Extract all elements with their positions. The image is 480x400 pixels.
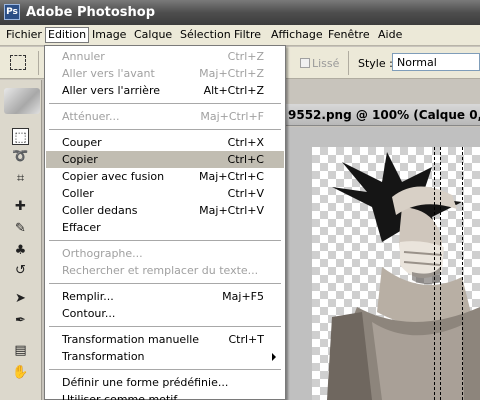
menu-item-definir-forme[interactable]: Définir une forme prédéfinie... — [46, 374, 284, 391]
menu-item-rechercher[interactable]: Rechercher et remplacer du texte... — [46, 262, 284, 279]
menu-fenetre[interactable]: Fenêtre — [326, 28, 372, 44]
lasso-icon[interactable]: ➰ — [12, 148, 29, 165]
guide-line[interactable] — [434, 147, 435, 400]
menu-item-annuler[interactable]: Annuler Ctrl+Z — [46, 48, 284, 65]
menu-item-label: Contour... — [62, 307, 116, 320]
menu-item-orthographe[interactable]: Orthographe... — [46, 245, 284, 262]
app-title: Adobe Photoshop — [26, 5, 156, 20]
menu-item-label: Annuler — [62, 50, 105, 63]
menu-item-label: Copier — [62, 153, 98, 166]
submenu-arrow-icon — [272, 353, 276, 361]
antialias-checkbox[interactable]: Lissé — [300, 57, 339, 70]
brush-icon[interactable]: ✎ — [12, 220, 29, 237]
menu-item-shortcut: Ctrl+V — [227, 187, 264, 200]
menu-item-label: Couper — [62, 136, 102, 149]
character-artwork — [327, 152, 480, 400]
style-select[interactable]: Normal — [392, 53, 480, 71]
menu-item-aller-avant[interactable]: Aller vers l'avant Maj+Ctrl+Z — [46, 65, 284, 82]
toolbox: ⬚ ➰ ⌗ ✚ ✎ ♣ ↺ ➤ ✒ ▤ ✋ — [0, 80, 42, 400]
menu-item-label: Rechercher et remplacer du texte... — [62, 264, 259, 277]
image-canvas[interactable] — [312, 147, 480, 400]
menu-item-label: Transformation manuelle — [62, 333, 200, 346]
menu-item-label: Orthographe... — [62, 247, 143, 260]
menu-calque[interactable]: Calque — [132, 28, 174, 44]
menu-item-shortcut: Maj+Ctrl+Z — [199, 67, 264, 80]
history-brush-icon[interactable]: ↺ — [12, 262, 29, 279]
menu-item-shortcut: Ctrl+C — [227, 153, 264, 166]
menu-item-remplir[interactable]: Remplir... Maj+F5 — [46, 288, 284, 305]
menu-separator — [49, 240, 281, 241]
style-label: Style : — [358, 57, 393, 70]
antialias-label: Lissé — [312, 57, 340, 70]
menu-item-label: Aller vers l'avant — [62, 67, 155, 80]
menu-item-coller[interactable]: Coller Ctrl+V — [46, 185, 284, 202]
menu-item-utiliser-motif[interactable]: Utiliser comme motif... — [46, 391, 284, 400]
menu-item-shortcut: Ctrl+T — [228, 333, 264, 346]
photoshop-icon: Ps — [4, 4, 20, 20]
menu-item-transformation-manuelle[interactable]: Transformation manuelle Ctrl+T — [46, 331, 284, 348]
guide-line[interactable] — [462, 147, 463, 400]
menu-item-shortcut: Ctrl+Z — [227, 50, 264, 63]
clone-stamp-icon[interactable]: ♣ — [12, 242, 29, 259]
menu-item-shortcut: Ctrl+X — [227, 136, 264, 149]
path-selection-icon[interactable]: ➤ — [12, 290, 29, 307]
feather-logo-icon — [4, 88, 40, 114]
menu-item-label: Aller vers l'arrière — [62, 84, 160, 97]
menu-separator — [49, 103, 281, 104]
menu-item-transformation[interactable]: Transformation — [46, 348, 284, 365]
checkbox-icon — [300, 58, 310, 68]
pen-icon[interactable]: ✒ — [12, 312, 29, 329]
document-title-bar[interactable]: 9552.png @ 100% (Calque 0, R — [286, 104, 480, 126]
menu-item-label: Coller — [62, 187, 94, 200]
menu-item-shortcut: Alt+Ctrl+Z — [203, 84, 264, 97]
menu-separator — [49, 326, 281, 327]
menu-selection[interactable]: Sélection — [178, 28, 233, 44]
menu-item-copier[interactable]: Copier Ctrl+C — [46, 151, 284, 168]
menu-item-aller-arriere[interactable]: Aller vers l'arrière Alt+Ctrl+Z — [46, 82, 284, 99]
menu-item-label: Utiliser comme motif... — [62, 393, 187, 400]
menu-item-shortcut: Maj+Ctrl+C — [199, 170, 264, 183]
divider — [348, 51, 349, 75]
menu-item-label: Coller dedans — [62, 204, 138, 217]
menu-edition[interactable]: Edition — [45, 27, 90, 43]
menu-item-copier-fusion[interactable]: Copier avec fusion Maj+Ctrl+C — [46, 168, 284, 185]
menu-affichage[interactable]: Affichage — [269, 28, 325, 44]
menu-item-label: Atténuer... — [62, 110, 120, 123]
menu-separator — [49, 283, 281, 284]
menu-item-label: Remplir... — [62, 290, 114, 303]
rectangular-marquee-icon[interactable] — [10, 55, 26, 70]
document-area — [286, 127, 480, 400]
divider — [38, 51, 39, 75]
menu-aide[interactable]: Aide — [376, 28, 404, 44]
menu-item-label: Transformation — [62, 350, 145, 363]
notes-icon[interactable]: ▤ — [12, 342, 29, 359]
menu-item-couper[interactable]: Couper Ctrl+X — [46, 134, 284, 151]
guide-line[interactable] — [440, 147, 441, 400]
menu-item-attenuer[interactable]: Atténuer... Maj+Ctrl+F — [46, 108, 284, 125]
menu-item-shortcut: Maj+Ctrl+V — [199, 204, 264, 217]
menu-fichier[interactable]: Fichier — [4, 28, 44, 44]
menu-filtre[interactable]: Filtre — [232, 28, 263, 44]
menu-separator — [49, 129, 281, 130]
menu-bar: Fichier Edition Image Calque Sélection F… — [0, 25, 480, 46]
edition-menu-dropdown: Annuler Ctrl+Z Aller vers l'avant Maj+Ct… — [44, 45, 286, 400]
menu-item-shortcut: Maj+F5 — [222, 290, 264, 303]
document-title: 9552.png @ 100% (Calque 0, R — [288, 108, 480, 122]
menu-item-label: Copier avec fusion — [62, 170, 165, 183]
crop-icon[interactable]: ⌗ — [12, 170, 29, 187]
menu-separator — [49, 369, 281, 370]
menu-item-coller-dedans[interactable]: Coller dedans Maj+Ctrl+V — [46, 202, 284, 219]
marquee-icon[interactable]: ⬚ — [12, 128, 29, 145]
menu-image[interactable]: Image — [90, 28, 128, 44]
menu-item-contour[interactable]: Contour... — [46, 305, 284, 322]
menu-item-label: Définir une forme prédéfinie... — [62, 376, 229, 389]
title-bar: Ps Adobe Photoshop — [0, 0, 480, 25]
healing-brush-icon[interactable]: ✚ — [12, 198, 29, 215]
menu-item-shortcut: Maj+Ctrl+F — [200, 110, 264, 123]
menu-item-label: Effacer — [62, 221, 101, 234]
menu-item-effacer[interactable]: Effacer — [46, 219, 284, 236]
hand-icon[interactable]: ✋ — [12, 364, 29, 381]
